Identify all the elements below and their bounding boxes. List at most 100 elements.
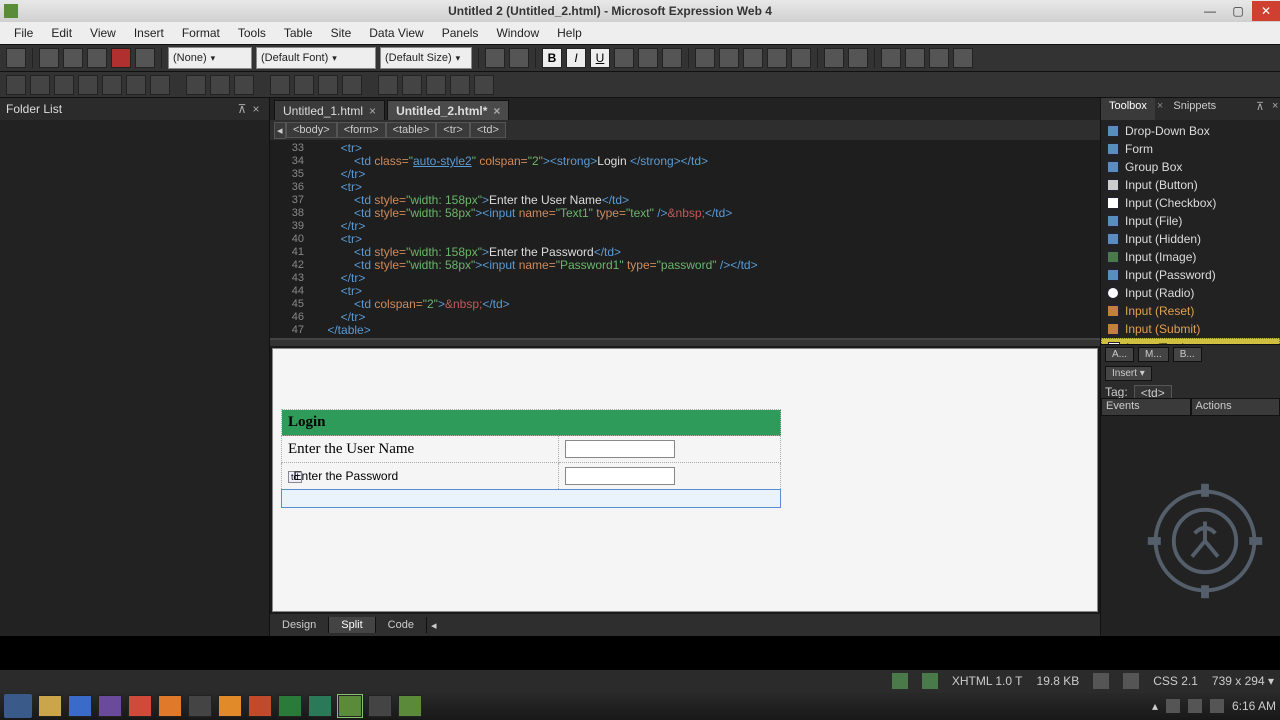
minimize-button[interactable]: — bbox=[1196, 1, 1224, 21]
status-icon-4[interactable] bbox=[1123, 673, 1139, 689]
menu-help[interactable]: Help bbox=[549, 24, 590, 42]
tb2-btn-1[interactable] bbox=[6, 75, 26, 95]
pin-icon[interactable]: ⊼ bbox=[235, 102, 249, 116]
tagprop-tab-b[interactable]: B... bbox=[1173, 347, 1202, 362]
username-label-cell[interactable]: Enter the User Name bbox=[282, 436, 559, 463]
vlc-icon[interactable] bbox=[158, 695, 182, 717]
insert-table-button[interactable] bbox=[881, 48, 901, 68]
status-dims[interactable]: 739 x 294 ▾ bbox=[1212, 674, 1274, 688]
tool-input-checkbox[interactable]: Input (Checkbox) bbox=[1101, 194, 1280, 212]
chrome-icon[interactable] bbox=[128, 695, 152, 717]
status-icon-3[interactable] bbox=[1093, 673, 1109, 689]
menu-table[interactable]: Table bbox=[276, 24, 321, 42]
maximize-button[interactable]: ▢ bbox=[1224, 1, 1252, 21]
menu-view[interactable]: View bbox=[82, 24, 124, 42]
taskbar-icon-13[interactable] bbox=[398, 695, 422, 717]
tb2-btn-6[interactable] bbox=[126, 75, 146, 95]
insert-hyperlink-button[interactable] bbox=[953, 48, 973, 68]
login-header-cell[interactable]: Login bbox=[282, 410, 781, 436]
italic-button[interactable]: I bbox=[566, 48, 586, 68]
password-input-cell[interactable] bbox=[559, 463, 781, 490]
panel-close-icon[interactable]: × bbox=[1264, 98, 1280, 120]
username-input[interactable] bbox=[565, 440, 675, 458]
tool-input-hidden[interactable]: Input (Hidden) bbox=[1101, 230, 1280, 248]
clock[interactable]: 6:16 AM bbox=[1232, 699, 1276, 713]
tool-input-image[interactable]: Input (Image) bbox=[1101, 248, 1280, 266]
panel-close-icon[interactable]: × bbox=[249, 102, 263, 116]
insert-button[interactable]: Insert ▾ bbox=[1105, 366, 1152, 381]
tool-input-text[interactable]: Input (Text)↖ bbox=[1101, 338, 1280, 344]
volume-icon[interactable] bbox=[1210, 699, 1224, 713]
menu-insert[interactable]: Insert bbox=[126, 24, 172, 42]
status-icon-1[interactable] bbox=[892, 673, 908, 689]
toolbox-list[interactable]: Drop-Down Box Form Group Box Input (Butt… bbox=[1101, 120, 1280, 344]
tool-form[interactable]: Form bbox=[1101, 140, 1280, 158]
view-scroll[interactable]: ◂ bbox=[427, 617, 1100, 634]
tool-input-password[interactable]: Input (Password) bbox=[1101, 266, 1280, 284]
crumb-body[interactable]: <body> bbox=[286, 122, 337, 138]
tool-input-radio[interactable]: Input (Radio) bbox=[1101, 284, 1280, 302]
status-icon-2[interactable] bbox=[922, 673, 938, 689]
save-all-button[interactable] bbox=[87, 48, 107, 68]
borders-button[interactable] bbox=[791, 48, 811, 68]
tb2-btn-7[interactable] bbox=[150, 75, 170, 95]
taskbar-icon-12[interactable] bbox=[368, 695, 392, 717]
breadcrumb-nav[interactable]: ◂ bbox=[274, 122, 286, 139]
login-table[interactable]: Login Enter the User Name tdEnter the Pa… bbox=[281, 409, 781, 508]
crumb-tr[interactable]: <tr> bbox=[436, 122, 470, 138]
align-right-button[interactable] bbox=[662, 48, 682, 68]
tool-input-submit[interactable]: Input (Submit) bbox=[1101, 320, 1280, 338]
redo-button[interactable] bbox=[509, 48, 529, 68]
password-input[interactable] bbox=[565, 467, 675, 485]
style-combo[interactable]: (None) bbox=[168, 47, 252, 69]
tb2-btn-11[interactable] bbox=[270, 75, 290, 95]
vs-icon[interactable] bbox=[98, 695, 122, 717]
tool-group-box[interactable]: Group Box bbox=[1101, 158, 1280, 176]
bullets-button[interactable] bbox=[695, 48, 715, 68]
tb2-btn-3[interactable] bbox=[54, 75, 74, 95]
tb2-btn-19[interactable] bbox=[474, 75, 494, 95]
system-tray[interactable]: ▴ 6:16 AM bbox=[1152, 699, 1276, 713]
tool-input-file[interactable]: Input (File) bbox=[1101, 212, 1280, 230]
tb2-btn-9[interactable] bbox=[210, 75, 230, 95]
align-center-button[interactable] bbox=[638, 48, 658, 68]
menu-panels[interactable]: Panels bbox=[434, 24, 487, 42]
crumb-form[interactable]: <form> bbox=[337, 122, 386, 138]
tray-icon-1[interactable] bbox=[1166, 699, 1180, 713]
underline-button[interactable]: U bbox=[590, 48, 610, 68]
close-icon[interactable]: × bbox=[369, 104, 376, 118]
menu-file[interactable]: File bbox=[6, 24, 41, 42]
menu-format[interactable]: Format bbox=[174, 24, 228, 42]
tool-input-button[interactable]: Input (Button) bbox=[1101, 176, 1280, 194]
tb2-btn-16[interactable] bbox=[402, 75, 422, 95]
view-design[interactable]: Design bbox=[270, 617, 329, 633]
taskbar-icon-7[interactable] bbox=[218, 695, 242, 717]
tb2-btn-10[interactable] bbox=[234, 75, 254, 95]
menu-site[interactable]: Site bbox=[323, 24, 360, 42]
undo-button[interactable] bbox=[485, 48, 505, 68]
ie-icon[interactable] bbox=[68, 695, 92, 717]
code-view[interactable]: 33 34 35 36 37 38 39 40 41 42 43 44 45 4… bbox=[270, 140, 1100, 340]
tb2-btn-17[interactable] bbox=[426, 75, 446, 95]
size-combo[interactable]: (Default Size) bbox=[380, 47, 472, 69]
close-button[interactable]: ✕ bbox=[1252, 1, 1280, 21]
view-code[interactable]: Code bbox=[376, 617, 427, 633]
superpreview-button[interactable] bbox=[111, 48, 131, 68]
pin-icon[interactable]: ⊼ bbox=[1248, 98, 1264, 120]
tb2-btn-15[interactable] bbox=[378, 75, 398, 95]
tab-untitled-1[interactable]: Untitled_1.html× bbox=[274, 100, 385, 120]
view-split[interactable]: Split bbox=[329, 617, 375, 633]
indent-button[interactable] bbox=[767, 48, 787, 68]
taskbar-icon-6[interactable] bbox=[188, 695, 212, 717]
new-button[interactable] bbox=[6, 48, 26, 68]
powerpoint-icon[interactable] bbox=[248, 695, 272, 717]
status-doctype[interactable]: XHTML 1.0 T bbox=[952, 674, 1023, 688]
tb2-btn-18[interactable] bbox=[450, 75, 470, 95]
snippets-tab[interactable]: Snippets bbox=[1165, 98, 1224, 120]
splitter[interactable] bbox=[270, 340, 1100, 346]
tb2-btn-14[interactable] bbox=[342, 75, 362, 95]
align-left-button[interactable] bbox=[614, 48, 634, 68]
explorer-icon[interactable] bbox=[38, 695, 62, 717]
tab-untitled-2[interactable]: Untitled_2.html*× bbox=[387, 100, 509, 120]
tb2-btn-2[interactable] bbox=[30, 75, 50, 95]
